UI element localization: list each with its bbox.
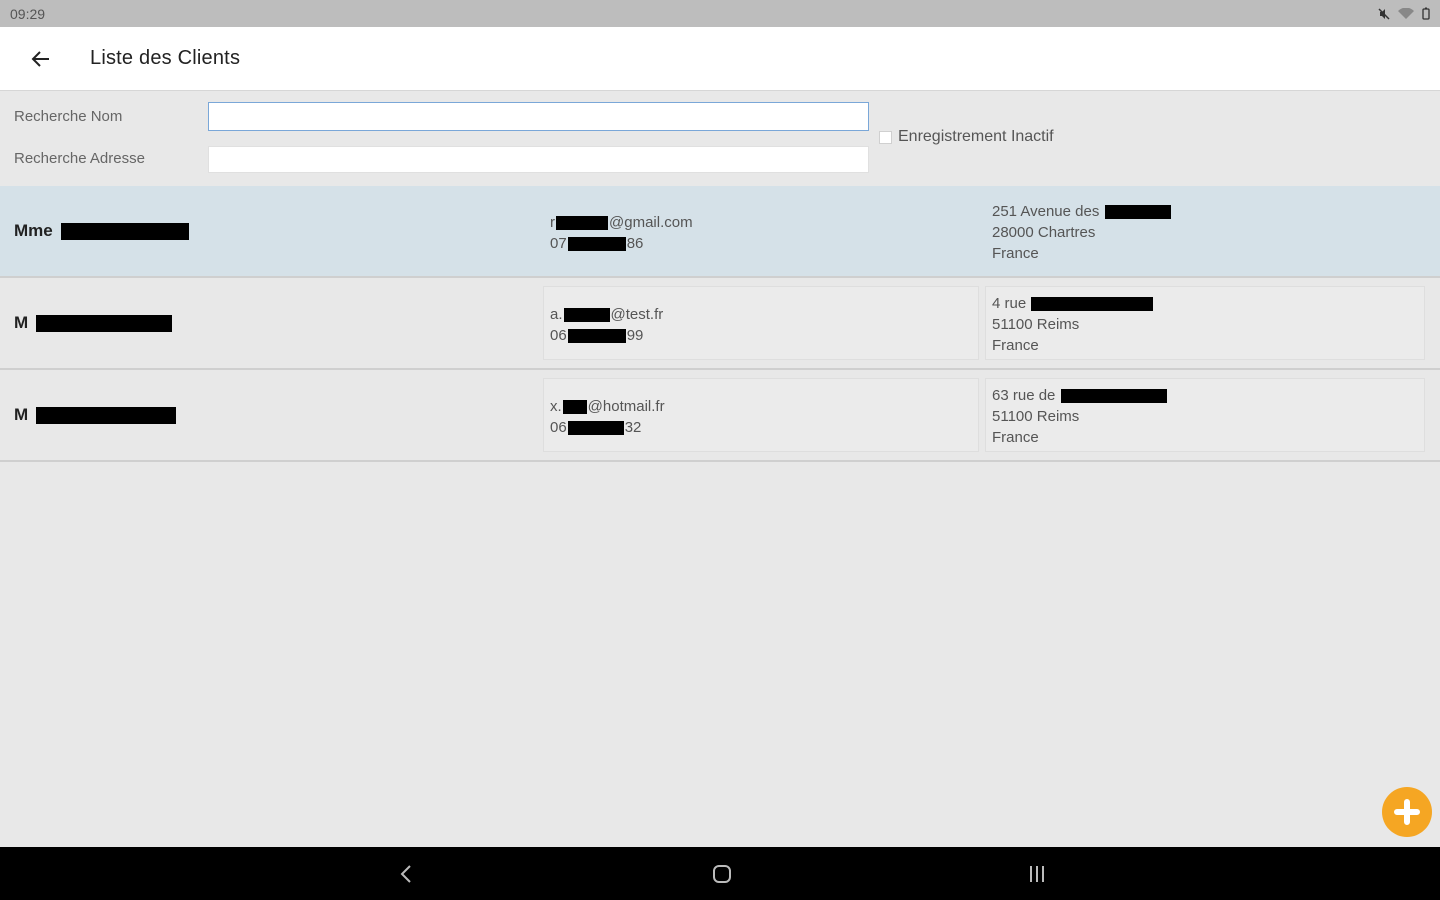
plus-icon [1394,799,1420,825]
phone-prefix: 06 [550,419,567,436]
email-prefix: x. [550,398,562,415]
phone-suffix: 86 [626,235,644,252]
client-address: 63 rue de 51100 Reims France [985,378,1425,452]
inactive-filter[interactable]: Enregistrement Inactif [879,128,1054,146]
client-title: M [14,313,29,332]
client-phone: 06 32 [550,417,972,438]
wifi-icon [1398,7,1414,19]
status-bar: 09:29 [0,0,1440,27]
client-list: Mme r @gmail.com 07 86 251 Avenue des 2800… [0,186,1440,462]
email-suffix: @test.fr [610,306,664,323]
address-city: 28000 Chartres [992,224,1096,241]
redacted-street [1060,388,1167,403]
address-street: 251 Avenue des [992,201,1418,222]
redacted-email [556,215,608,230]
client-title: Mme [14,221,53,240]
page-title: Liste des Clients [90,47,241,69]
search-address-label: Recherche Adresse [14,150,145,167]
redacted-phone [567,328,626,343]
client-name: Mme [14,221,189,241]
phone-suffix: 32 [624,419,642,436]
redacted-email [563,307,610,322]
client-email: a. @test.fr [550,304,972,325]
mute-icon [1378,7,1390,20]
inactive-checkbox[interactable] [879,130,892,144]
system-nav-bar [0,847,1440,900]
chevron-left-icon [400,865,411,883]
street-text: 63 rue de [992,387,1056,404]
street-text: 251 Avenue des [992,203,1100,220]
inactive-label: Enregistrement Inactif [898,128,1054,145]
client-address: 251 Avenue des 28000 Chartres France [985,194,1425,268]
home-icon [713,865,731,883]
search-panel: Recherche Nom Recherche Adresse Enregist… [0,92,1440,186]
address-country: France [992,429,1039,446]
status-icons [1378,7,1430,20]
client-row[interactable]: Mme r @gmail.com 07 86 251 Avenue des 2800… [0,186,1440,278]
client-email: x. @hotmail.fr [550,396,972,417]
redacted-street [1104,204,1171,219]
email-prefix: r [550,214,555,231]
street-text: 4 rue [992,295,1027,312]
address-city: 51100 Reims [992,408,1080,425]
client-contact: r @gmail.com 07 86 [543,194,979,268]
client-phone: 06 99 [550,325,972,346]
client-title: M [14,405,29,424]
redacted-name [60,222,189,240]
battery-icon [1422,7,1430,20]
email-prefix: a. [550,306,563,323]
client-row[interactable]: M a. @test.fr 06 99 4 rue 51100 Reims Fran… [0,278,1440,370]
redacted-name [36,406,177,424]
nav-home-button[interactable] [707,859,737,889]
phone-prefix: 07 [550,235,567,252]
client-contact: a. @test.fr 06 99 [543,286,979,360]
client-address: 4 rue 51100 Reims France [985,286,1425,360]
client-email: r @gmail.com [550,212,972,233]
phone-suffix: 99 [626,327,644,344]
client-phone: 07 86 [550,233,972,254]
app-bar: Liste des Clients [0,27,1440,91]
email-suffix: @hotmail.fr [587,398,665,415]
client-row[interactable]: M x. @hotmail.fr 06 32 63 rue de 51100 Rei… [0,370,1440,462]
phone-prefix: 06 [550,327,567,344]
address-street: 63 rue de [992,385,1418,406]
address-country: France [992,245,1039,262]
client-name: M [14,313,173,333]
address-street: 4 rue [992,293,1418,314]
address-country: France [992,337,1039,354]
redacted-email [562,399,587,414]
client-contact: x. @hotmail.fr 06 32 [543,378,979,452]
search-name-label: Recherche Nom [14,108,123,125]
nav-back-button[interactable] [391,859,421,889]
redacted-name [36,314,173,332]
status-time: 09:29 [10,5,46,22]
search-name-input[interactable] [208,102,869,131]
client-name: M [14,405,177,425]
add-client-button[interactable] [1382,787,1432,837]
arrow-left-icon [31,50,49,67]
back-button[interactable] [19,37,63,81]
redacted-phone [567,420,624,435]
redacted-phone [567,236,626,251]
email-suffix: @gmail.com [609,214,693,231]
redacted-street [1031,296,1154,311]
nav-recents-button[interactable] [1022,859,1052,889]
recents-icon [1030,866,1044,882]
search-address-input[interactable] [208,146,869,173]
address-city: 51100 Reims [992,316,1080,333]
